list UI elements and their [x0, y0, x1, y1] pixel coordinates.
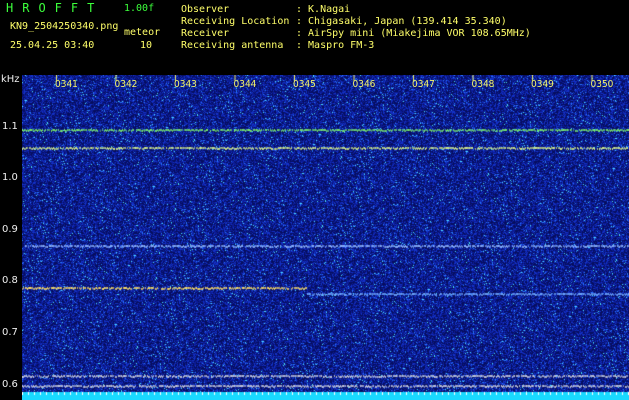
y-tick-label: 1.1: [2, 120, 18, 132]
program-version: 1.00f: [124, 3, 155, 14]
file-name: KN9_2504250340.png: [10, 21, 119, 32]
time-tick-label: 0342: [114, 79, 138, 90]
time-tick-label: 0349: [531, 79, 554, 90]
time-tick-label: 0346: [352, 79, 376, 90]
hrofft-window: HROFFT 1.00f KN9_2504250340.png meteor 1…: [0, 0, 629, 400]
y-tick-label: 0.6: [2, 378, 18, 390]
program-name: HROFFT: [6, 1, 104, 15]
antenna-label: Receiving antenna: [181, 40, 284, 51]
antenna-value: : Maspro FM-3: [296, 40, 375, 51]
y-axis-unit: kHz: [1, 74, 20, 85]
time-tick-label: 0350: [590, 79, 614, 90]
event-count: 10: [140, 40, 153, 51]
label-mode: meteor: [124, 27, 161, 38]
observer-label: Observer: [181, 4, 230, 15]
date-time: 25.04.25 03:40: [10, 40, 95, 51]
time-tick-label: 0341: [55, 79, 78, 90]
observer-value: : K.Nagai: [296, 4, 351, 15]
time-tick-label: 0345: [293, 79, 316, 90]
time-tick-label: 0348: [471, 79, 495, 90]
time-tick-label: 0344: [233, 79, 257, 90]
receiver-value: : AirSpy mini (Miakejima VOR 108.65MHz): [296, 28, 531, 39]
receiver-label: Receiver: [181, 28, 230, 39]
time-tick-label: 0343: [174, 79, 197, 90]
time-tick-label: 0347: [412, 79, 435, 90]
y-tick-label: 0.8: [2, 275, 18, 287]
y-tick-label: 0.9: [2, 223, 18, 235]
location-value: : Chigasaki, Japan (139.414 35.340): [296, 16, 507, 27]
waterfall-spectrogram: [22, 75, 629, 400]
y-tick-label: 1.0: [2, 172, 18, 184]
location-label: Receiving Location: [181, 16, 290, 27]
y-tick-label: 0.7: [2, 326, 18, 338]
